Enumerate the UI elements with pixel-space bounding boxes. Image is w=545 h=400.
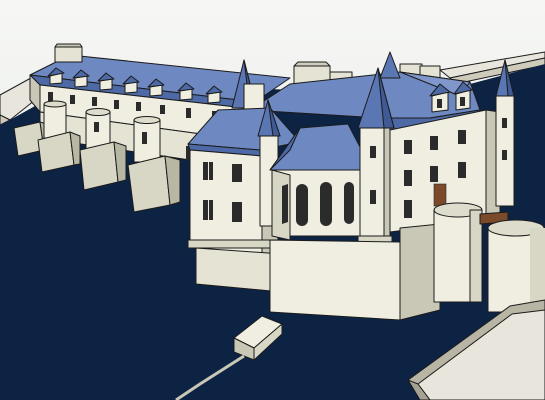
entrance-door	[433, 183, 447, 207]
chateau-scene	[0, 0, 545, 400]
main-chateau	[187, 51, 515, 321]
chapel-windows	[296, 182, 354, 226]
right-bastion	[487, 219, 545, 313]
